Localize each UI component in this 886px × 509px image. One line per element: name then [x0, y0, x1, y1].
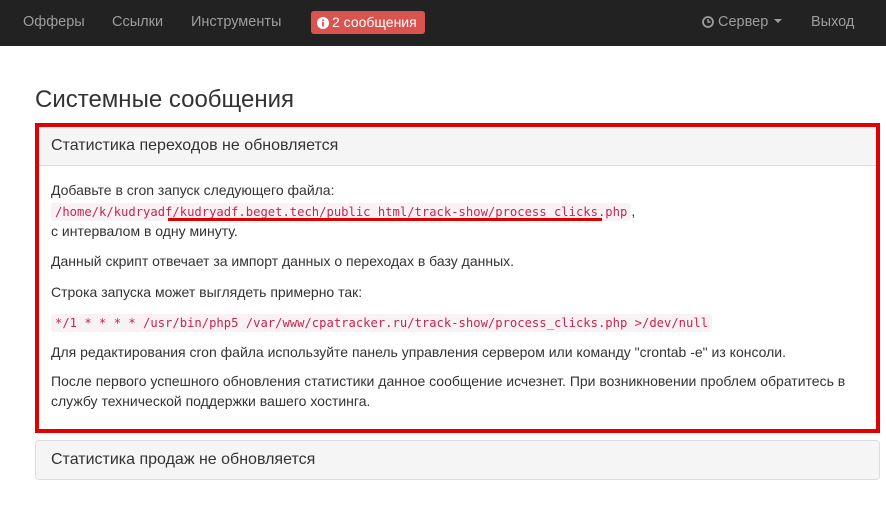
- cron-example-code: */1 * * * * /usr/bin/php5 /var/www/cpatr…: [51, 314, 713, 332]
- server-menu-label: Сервер: [718, 14, 769, 30]
- server-menu[interactable]: Сервер: [702, 0, 783, 46]
- panel-heading[interactable]: Статистика продаж не обновляется: [36, 441, 879, 479]
- cron-example-line: */1 * * * * /usr/bin/php5 /var/www/cpatr…: [51, 312, 713, 333]
- messages-badge-label: 2 сообщения: [332, 14, 417, 30]
- chevron-down-icon: [774, 19, 783, 23]
- clock-icon: [702, 16, 714, 28]
- panel-heading[interactable]: Статистика переходов не обновляется: [39, 127, 876, 166]
- nav-links[interactable]: Ссылки: [112, 0, 163, 46]
- crontab-hint: Для редактирования cron файла используйт…: [51, 344, 786, 360]
- top-navbar: Офферы Ссылки Инструменты 2 сообщения Се…: [0, 0, 886, 46]
- comma-text: ,: [631, 203, 636, 219]
- instruction-text: Добавьте в cron запуск следующего файла:: [51, 182, 335, 198]
- sales-stats-panel[interactable]: Статистика продаж не обновляется: [35, 440, 880, 480]
- disappear-note-2: службу технической поддержки вашего хост…: [51, 393, 371, 409]
- red-underline-annotation: [168, 218, 602, 221]
- disappear-note-1: После первого успешного обновления стати…: [51, 373, 846, 389]
- info-icon: [317, 17, 329, 29]
- script-description: Данный скрипт отвечает за импорт данных …: [51, 253, 515, 269]
- messages-badge[interactable]: 2 сообщения: [311, 11, 425, 34]
- nav-tools[interactable]: Инструменты: [191, 0, 281, 46]
- interval-text: с интервалом в одну минуту.: [51, 223, 238, 239]
- logout-link[interactable]: Выход: [811, 0, 854, 46]
- cron-clicks-panel: Статистика переходов не обновляется Доба…: [35, 123, 880, 433]
- page-title: Системные сообщения: [35, 86, 295, 113]
- cron-example-intro: Строка запуска может выглядеть примерно …: [51, 284, 363, 300]
- nav-offers[interactable]: Офферы: [23, 0, 85, 46]
